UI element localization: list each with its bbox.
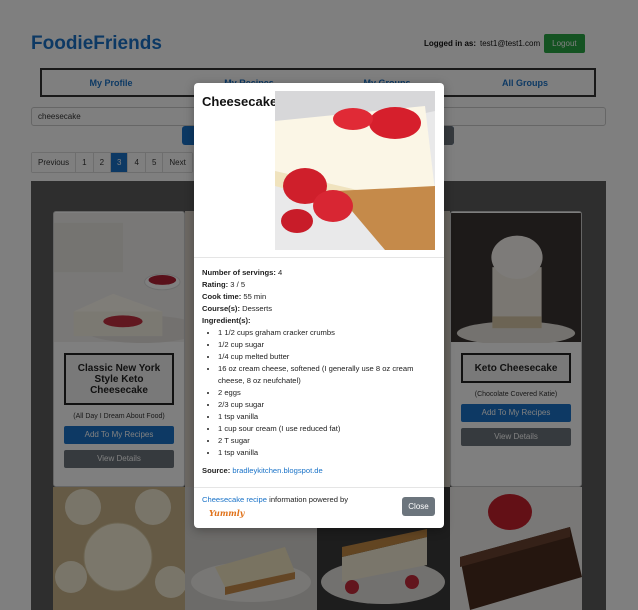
modal-body: Number of servings: 4 Rating: 3 / 5 Cook… [202, 267, 438, 477]
cook-time-row: Cook time: 55 min [202, 291, 438, 303]
ingredient-item: 1 cup sour cream (I use reduced fat) [218, 423, 438, 435]
source-link[interactable]: bradleykitchen.blogspot.de [232, 466, 322, 475]
rating-row: Rating: 3 / 5 [202, 279, 438, 291]
source-row: Source: bradleykitchen.blogspot.de [202, 465, 438, 477]
servings-value: 4 [277, 268, 283, 277]
recipe-modal: Cheesecake Number of servings: 4 Rating:… [194, 83, 444, 528]
cook-time-value: 55 min [243, 292, 267, 301]
yummly-logo[interactable]: Yummly [209, 508, 244, 518]
modal-title: Cheesecake [202, 94, 278, 109]
cook-time-label: Cook time: [202, 292, 242, 301]
modal-divider [194, 257, 444, 258]
recipe-image [275, 91, 435, 250]
course-value: Desserts [242, 304, 273, 313]
ingredient-item: 2 T sugar [218, 435, 438, 447]
ingredient-item: 1 tsp vanilla [218, 411, 438, 423]
ingredient-item: 1/4 cup melted butter [218, 351, 438, 363]
attribution-text: information powered by [267, 495, 349, 504]
ingredient-item: 16 oz cream cheese, softened (I generall… [218, 363, 438, 387]
source-label: Source: [202, 466, 231, 475]
ingredient-item: 2 eggs [218, 387, 438, 399]
servings-label: Number of servings: [202, 268, 276, 277]
course-row: Course(s): Desserts [202, 303, 438, 315]
close-button[interactable]: Close [402, 497, 435, 516]
rating-label: Rating: [202, 280, 229, 289]
servings-row: Number of servings: 4 [202, 267, 438, 279]
ingredient-item: 1 tsp vanilla [218, 447, 438, 459]
rating-value: 3 / 5 [230, 280, 246, 289]
ingredient-item: 1 1/2 cups graham cracker crumbs [218, 327, 438, 339]
course-label: Course(s): [202, 304, 240, 313]
attribution: Cheesecake recipe information powered by [202, 495, 348, 504]
ingredient-item: 1/2 cup sugar [218, 339, 438, 351]
ingredient-item: 2/3 cup sugar [218, 399, 438, 411]
ingredients-list: 1 1/2 cups graham cracker crumbs 1/2 cup… [218, 327, 438, 459]
ingredients-label: Ingredient(s): [202, 316, 251, 325]
modal-footer-divider [194, 487, 444, 488]
recipe-link[interactable]: Cheesecake recipe [202, 495, 267, 504]
